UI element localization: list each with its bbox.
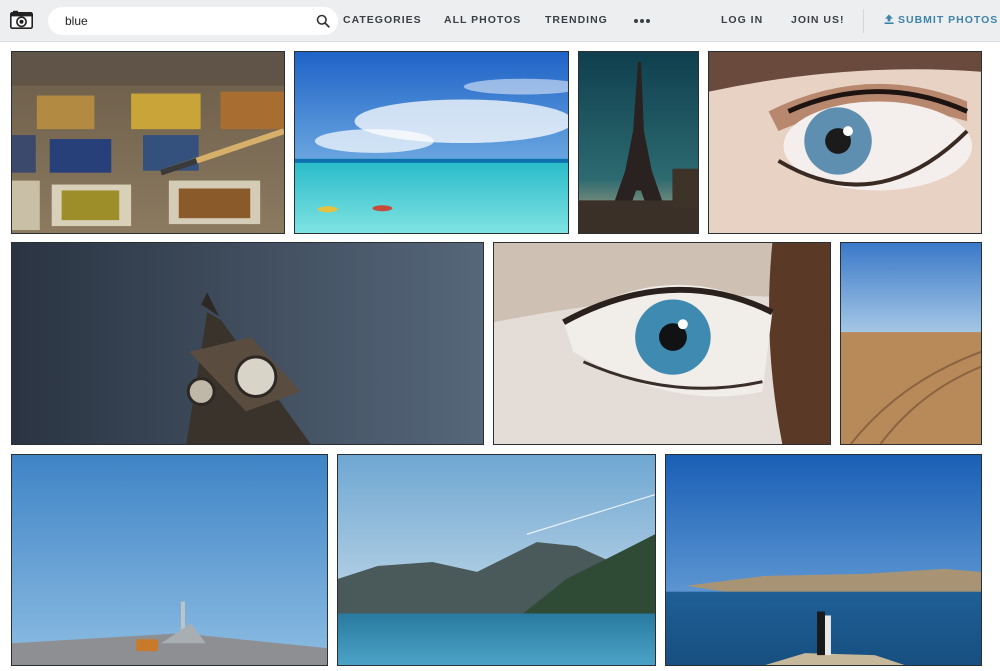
photo-sandy-beach[interactable] [840,242,982,445]
search-input[interactable] [65,12,305,30]
photo-blue-eye-closeup[interactable] [708,51,982,234]
photo-turquoise-sea[interactable] [294,51,569,234]
join-link[interactable]: JOIN US! [791,14,845,26]
top-header: CATEGORIES ALL PHOTOS TRENDING LOG IN JO… [0,0,1000,42]
more-dots-icon[interactable] [633,13,651,23]
photo-big-ben[interactable] [11,242,484,445]
upload-icon [884,14,894,24]
nav-all-photos[interactable]: ALL PHOTOS [444,14,521,26]
photo-couple-cliff[interactable] [665,454,982,666]
search-bar [48,7,338,35]
photo-highway-bridge[interactable] [11,454,328,666]
submit-photos-label: SUBMIT PHOTOS [898,14,999,26]
photo-eiffel-tower[interactable] [578,51,699,234]
photo-blue-eye-profile[interactable] [493,242,831,445]
camera-icon[interactable] [10,10,33,29]
login-link[interactable]: LOG IN [721,14,763,26]
search-icon[interactable] [316,14,330,28]
nav-trending[interactable]: TRENDING [545,14,608,26]
photo-watercolor-palette[interactable] [11,51,285,234]
submit-photos-button[interactable]: SUBMIT PHOTOS [884,14,998,26]
nav-divider [863,9,864,33]
photo-mountain-lake[interactable] [337,454,656,666]
nav-categories[interactable]: CATEGORIES [343,14,422,26]
